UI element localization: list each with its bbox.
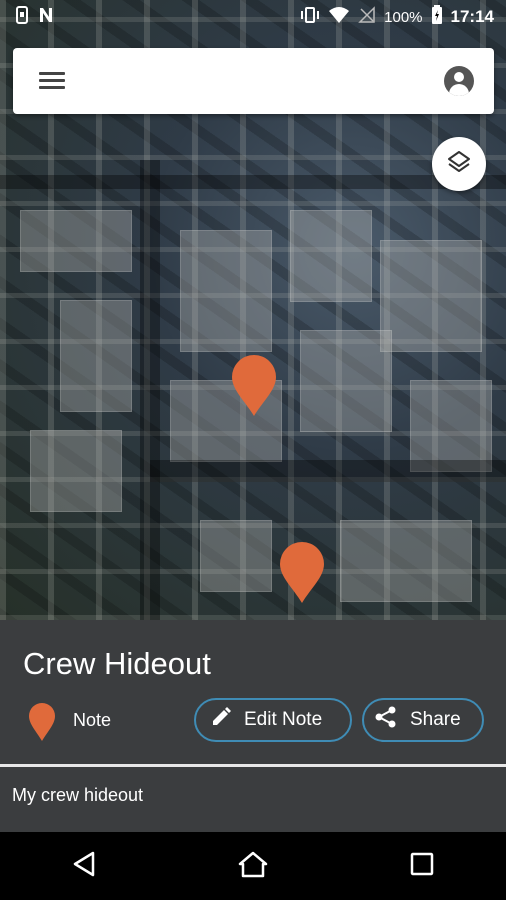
place-title: Crew Hideout <box>23 646 211 681</box>
battery-percent: 100% <box>384 8 423 26</box>
share-icon <box>374 705 398 735</box>
menu-icon[interactable] <box>37 68 67 94</box>
map-block <box>290 210 372 302</box>
recents-button[interactable] <box>392 841 452 891</box>
edit-note-button[interactable]: Edit Note <box>194 698 352 742</box>
map-road <box>140 160 160 620</box>
place-type-label: Note <box>73 710 112 730</box>
place-description: My crew hideout <box>12 785 144 805</box>
edit-note-label: Edit Note <box>244 709 323 730</box>
map-block <box>380 240 482 352</box>
layers-button[interactable] <box>432 137 486 191</box>
map-block <box>20 210 132 272</box>
layers-icon <box>446 149 472 180</box>
recents-icon <box>409 851 435 882</box>
pencil-icon <box>210 706 232 734</box>
share-label: Share <box>410 709 461 730</box>
share-button[interactable]: Share <box>362 698 484 742</box>
sim-icon <box>16 6 28 28</box>
map-pin-icon <box>28 702 56 747</box>
map-block <box>30 430 122 512</box>
back-button[interactable] <box>54 841 114 891</box>
map-pin-icon[interactable] <box>279 542 325 609</box>
map-block <box>60 300 132 412</box>
status-bar: 100% 17:14 <box>0 0 506 34</box>
map-road <box>150 460 506 482</box>
no-signal-icon <box>358 6 376 28</box>
top-search-bar[interactable] <box>13 48 494 114</box>
home-icon <box>237 850 269 883</box>
map-road <box>0 175 506 189</box>
map-block <box>300 330 392 432</box>
map-block <box>200 520 272 592</box>
map-block <box>340 520 472 602</box>
battery-icon <box>431 5 443 29</box>
nfc-icon <box>38 6 54 28</box>
back-icon <box>71 850 97 883</box>
home-button[interactable] <box>223 841 283 891</box>
wifi-icon <box>328 6 350 28</box>
clock: 17:14 <box>450 7 494 26</box>
map-block <box>410 380 492 472</box>
map-block <box>180 230 272 352</box>
vibrate-icon <box>300 6 320 28</box>
map-pin-icon[interactable] <box>231 355 277 422</box>
system-nav-bar <box>0 832 506 900</box>
account-icon[interactable] <box>444 66 474 96</box>
divider <box>0 764 506 767</box>
